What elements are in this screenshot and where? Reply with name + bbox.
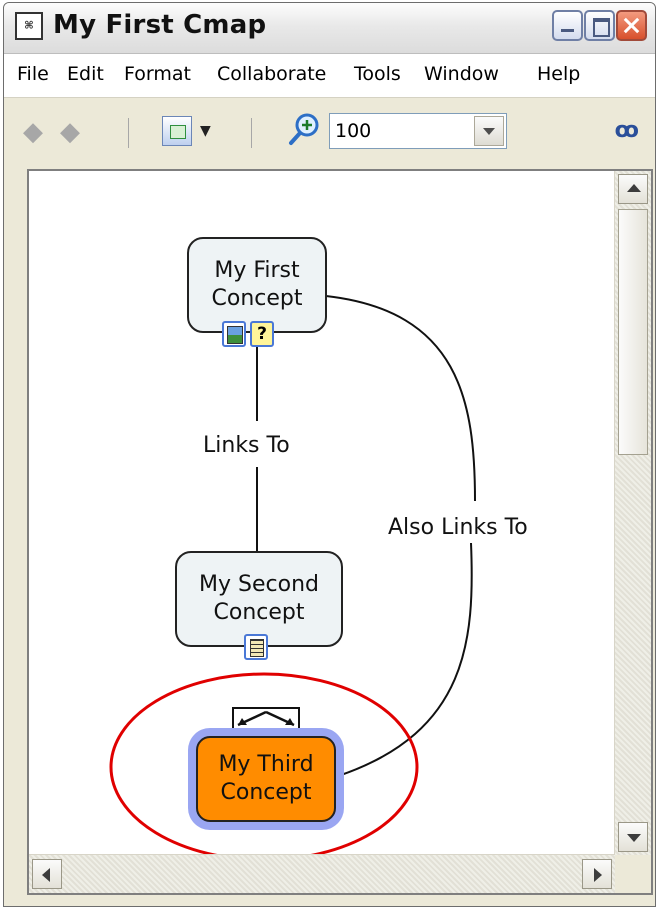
concept-node[interactable]: My First Concept bbox=[187, 237, 327, 333]
menu-window[interactable]: Window bbox=[424, 63, 499, 85]
minimize-button[interactable] bbox=[552, 10, 583, 41]
concept-node-selected[interactable]: My Third Concept bbox=[196, 736, 336, 822]
arrow-left-icon[interactable]: ◆ bbox=[19, 118, 47, 146]
chevron-down-icon[interactable]: ▼ bbox=[200, 123, 211, 139]
toolbar-separator bbox=[128, 118, 129, 148]
concept-node[interactable]: My Second Concept bbox=[175, 551, 343, 647]
link-label[interactable]: Links To bbox=[201, 433, 292, 458]
concept-label: Concept bbox=[211, 286, 303, 311]
link-label[interactable]: Also Links To bbox=[386, 515, 530, 540]
cmap-window: ⌘ My First Cmap File Edit Format Collabo… bbox=[3, 2, 656, 907]
horizontal-scrollbar[interactable] bbox=[29, 854, 615, 893]
toolbar-separator bbox=[251, 118, 252, 148]
scroll-left-button[interactable] bbox=[32, 859, 62, 889]
menu-tools[interactable]: Tools bbox=[354, 63, 401, 85]
zoom-value: 100 bbox=[335, 120, 372, 142]
scroll-down-button[interactable] bbox=[618, 822, 648, 852]
concept-label: My Second bbox=[199, 572, 319, 597]
zoom-in-icon[interactable] bbox=[288, 112, 322, 146]
zoom-dropdown-button[interactable] bbox=[474, 116, 504, 146]
menu-help[interactable]: Help bbox=[537, 63, 580, 85]
menu-edit[interactable]: Edit bbox=[67, 63, 104, 85]
list-resource-icon[interactable] bbox=[244, 634, 268, 660]
concept-label: Concept bbox=[213, 600, 305, 625]
resize-handle-icon[interactable] bbox=[232, 707, 300, 731]
scroll-up-button[interactable] bbox=[618, 174, 648, 204]
cmap-app-icon[interactable]: ⌘ bbox=[15, 12, 43, 40]
zoom-level-combobox[interactable]: 100 bbox=[329, 113, 507, 149]
menu-bar: File Edit Format Collaborate Tools Windo… bbox=[4, 54, 655, 98]
toolbar: ◆ ◆ ▼ 100 ꝏ bbox=[4, 98, 655, 168]
menu-file[interactable]: File bbox=[17, 63, 49, 85]
window-title: My First Cmap bbox=[53, 10, 267, 40]
concept-label: Concept bbox=[220, 780, 312, 805]
close-button[interactable] bbox=[616, 10, 647, 41]
scroll-right-button[interactable] bbox=[582, 859, 612, 889]
scroll-corner bbox=[615, 855, 651, 893]
menu-collaborate[interactable]: Collaborate bbox=[217, 63, 326, 85]
concept-label: My Third bbox=[218, 752, 314, 777]
image-resource-icon[interactable] bbox=[222, 321, 246, 347]
arrow-right-icon[interactable]: ◆ bbox=[56, 118, 84, 146]
view-mode-icon[interactable] bbox=[162, 116, 192, 146]
maximize-button[interactable] bbox=[584, 10, 615, 41]
cmap-canvas[interactable]: My First Concept ? Links To Also Links T… bbox=[29, 171, 615, 855]
collaboration-icon[interactable]: ꝏ bbox=[615, 118, 639, 143]
vertical-scrollbar[interactable] bbox=[614, 171, 651, 855]
document-resource-icon[interactable]: ? bbox=[250, 321, 274, 347]
vertical-scroll-thumb[interactable] bbox=[618, 209, 648, 455]
menu-format[interactable]: Format bbox=[124, 63, 191, 85]
concept-label: My First bbox=[214, 258, 300, 283]
cmap-canvas-frame: My First Concept ? Links To Also Links T… bbox=[27, 169, 653, 895]
title-bar[interactable]: ⌘ My First Cmap bbox=[4, 3, 655, 54]
